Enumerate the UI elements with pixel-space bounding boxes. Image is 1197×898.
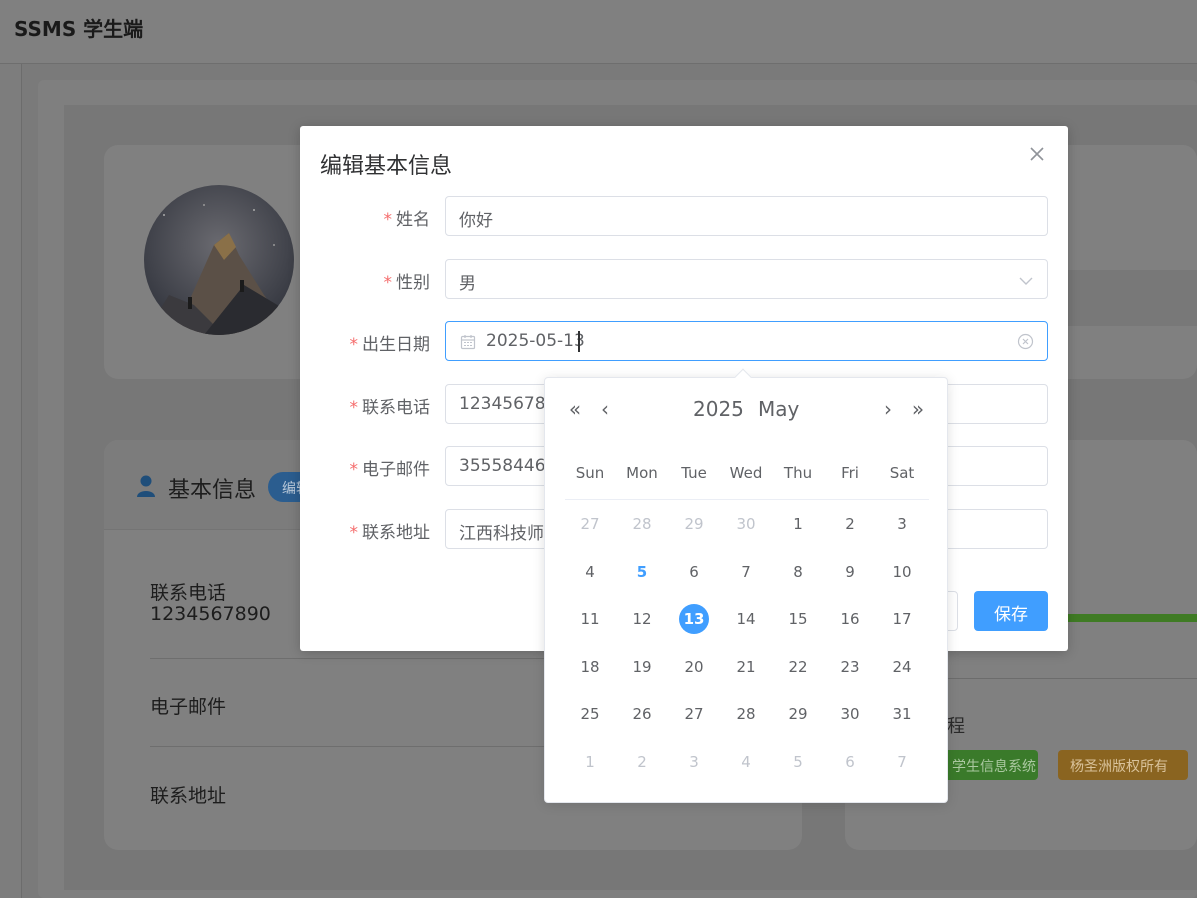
weekday-label: Sat — [889, 464, 915, 482]
calendar-day[interactable]: 2 — [616, 747, 668, 777]
calendar-day[interactable]: 4 — [564, 557, 616, 587]
weekday-label: Sun — [575, 464, 605, 482]
email-label: 电子邮件 — [150, 696, 227, 718]
address-field-value: 江西科技师 — [459, 524, 544, 544]
basic-info-title: 基本信息 — [168, 478, 257, 503]
calendar-day[interactable]: 17 — [876, 604, 928, 634]
phone-label: 联系电话 — [150, 582, 227, 604]
top-bar: SSMS 学生端 — [0, 0, 1197, 64]
calendar-day[interactable]: 29 — [668, 509, 720, 539]
calendar-day[interactable]: 2 — [824, 509, 876, 539]
calendar-day[interactable]: 27 — [564, 509, 616, 539]
calendar-day[interactable]: 5 — [772, 747, 824, 777]
save-button[interactable]: 保存 — [974, 591, 1048, 631]
date-picker: « ‹ 2025 May › » Sun Mon Tue Wed Thu Fri Sat 2… — [544, 377, 948, 803]
calendar-day[interactable]: 1 — [564, 747, 616, 777]
avatar — [144, 185, 294, 335]
user-icon — [136, 474, 156, 498]
chevron-down-icon — [1019, 273, 1033, 287]
prev-year-button[interactable]: « — [564, 398, 586, 420]
calendar-day[interactable]: 30 — [720, 509, 772, 539]
calendar-day[interactable]: 7 — [876, 747, 928, 777]
calendar-day[interactable]: 9 — [824, 557, 876, 587]
address-field-label: * 联系地址 — [349, 523, 431, 543]
close-icon[interactable] — [1027, 144, 1047, 164]
phone-field-label: * 联系电话 — [349, 398, 431, 418]
gender-select[interactable]: 男 — [445, 259, 1048, 299]
divider — [947, 678, 1197, 679]
weekday-label: Thu — [783, 464, 813, 482]
birthday-input[interactable]: 2025-05-13 — [445, 321, 1048, 361]
address-label: 联系地址 — [150, 785, 227, 807]
calendar-day[interactable]: 5 — [616, 557, 668, 587]
calendar-day[interactable]: 14 — [720, 604, 772, 634]
picker-year[interactable]: 2025 — [693, 397, 744, 421]
calendar-day[interactable]: 10 — [876, 557, 928, 587]
calendar-icon — [460, 334, 476, 350]
calendar-day[interactable]: 20 — [668, 652, 720, 682]
email-field-value: 355584467 — [459, 456, 557, 476]
calendar-day[interactable]: 25 — [564, 699, 616, 729]
gender-value: 男 — [459, 274, 476, 294]
prev-month-button[interactable]: ‹ — [594, 398, 616, 420]
calendar-day[interactable]: 15 — [772, 604, 824, 634]
calendar-day[interactable]: 11 — [564, 604, 616, 634]
calendar-day[interactable]: 3 — [876, 509, 928, 539]
calendar-day[interactable]: 18 — [564, 652, 616, 682]
calendar-day[interactable]: 7 — [720, 557, 772, 587]
calendar-day[interactable]: 23 — [824, 652, 876, 682]
phone-field-value: 123456789 — [459, 394, 557, 414]
gender-label: * 性别 — [383, 273, 431, 293]
calendar-day[interactable]: 24 — [876, 652, 928, 682]
next-year-button[interactable]: » — [907, 398, 929, 420]
calendar-day[interactable]: 28 — [720, 699, 772, 729]
tag-copyright: 杨圣洲版权所有 — [1058, 750, 1188, 780]
calendar-day[interactable]: 30 — [824, 699, 876, 729]
weekday-label: Fri — [841, 464, 859, 482]
calendar-day[interactable]: 26 — [616, 699, 668, 729]
sidebar — [0, 64, 22, 898]
tag-system: 学生信息系统 — [940, 750, 1038, 780]
name-value: 你好 — [459, 211, 493, 231]
birthday-label: * 出生日期 — [349, 335, 431, 355]
calendar-day[interactable]: 19 — [616, 652, 668, 682]
dialog-title: 编辑基本信息 — [320, 154, 453, 179]
app-title: SSMS 学生端 — [14, 17, 144, 41]
next-month-button[interactable]: › — [877, 398, 899, 420]
weekday-label: Tue — [681, 464, 707, 482]
weekday-label: Mon — [626, 464, 658, 482]
calendar-day[interactable]: 8 — [772, 557, 824, 587]
email-field-label: * 电子邮件 — [349, 460, 431, 480]
calendar-day[interactable]: 28 — [616, 509, 668, 539]
calendar-day[interactable]: 3 — [668, 747, 720, 777]
clear-icon[interactable] — [1017, 333, 1034, 350]
calendar-day[interactable]: 21 — [720, 652, 772, 682]
divider — [565, 499, 929, 500]
calendar-day[interactable]: 4 — [720, 747, 772, 777]
calendar-day[interactable]: 16 — [824, 604, 876, 634]
name-label: * 姓名 — [383, 210, 431, 230]
course-label: 程 — [947, 716, 965, 737]
name-input[interactable]: 你好 — [445, 196, 1048, 236]
birthday-value: 2025-05-13 — [486, 331, 585, 351]
calendar-day[interactable]: 22 — [772, 652, 824, 682]
picker-month[interactable]: May — [758, 397, 799, 421]
weekday-label: Wed — [729, 464, 763, 482]
calendar-day[interactable]: 1 — [772, 509, 824, 539]
calendar-day[interactable]: 29 — [772, 699, 824, 729]
calendar-day[interactable]: 6 — [824, 747, 876, 777]
text-caret — [578, 331, 580, 352]
calendar-day[interactable]: 31 — [876, 699, 928, 729]
calendar-day[interactable]: 6 — [668, 557, 720, 587]
calendar-day[interactable]: 12 — [616, 604, 668, 634]
calendar-day-selected[interactable]: 13 — [668, 604, 720, 634]
phone-value: 1234567890 — [150, 603, 271, 625]
calendar-day[interactable]: 27 — [668, 699, 720, 729]
